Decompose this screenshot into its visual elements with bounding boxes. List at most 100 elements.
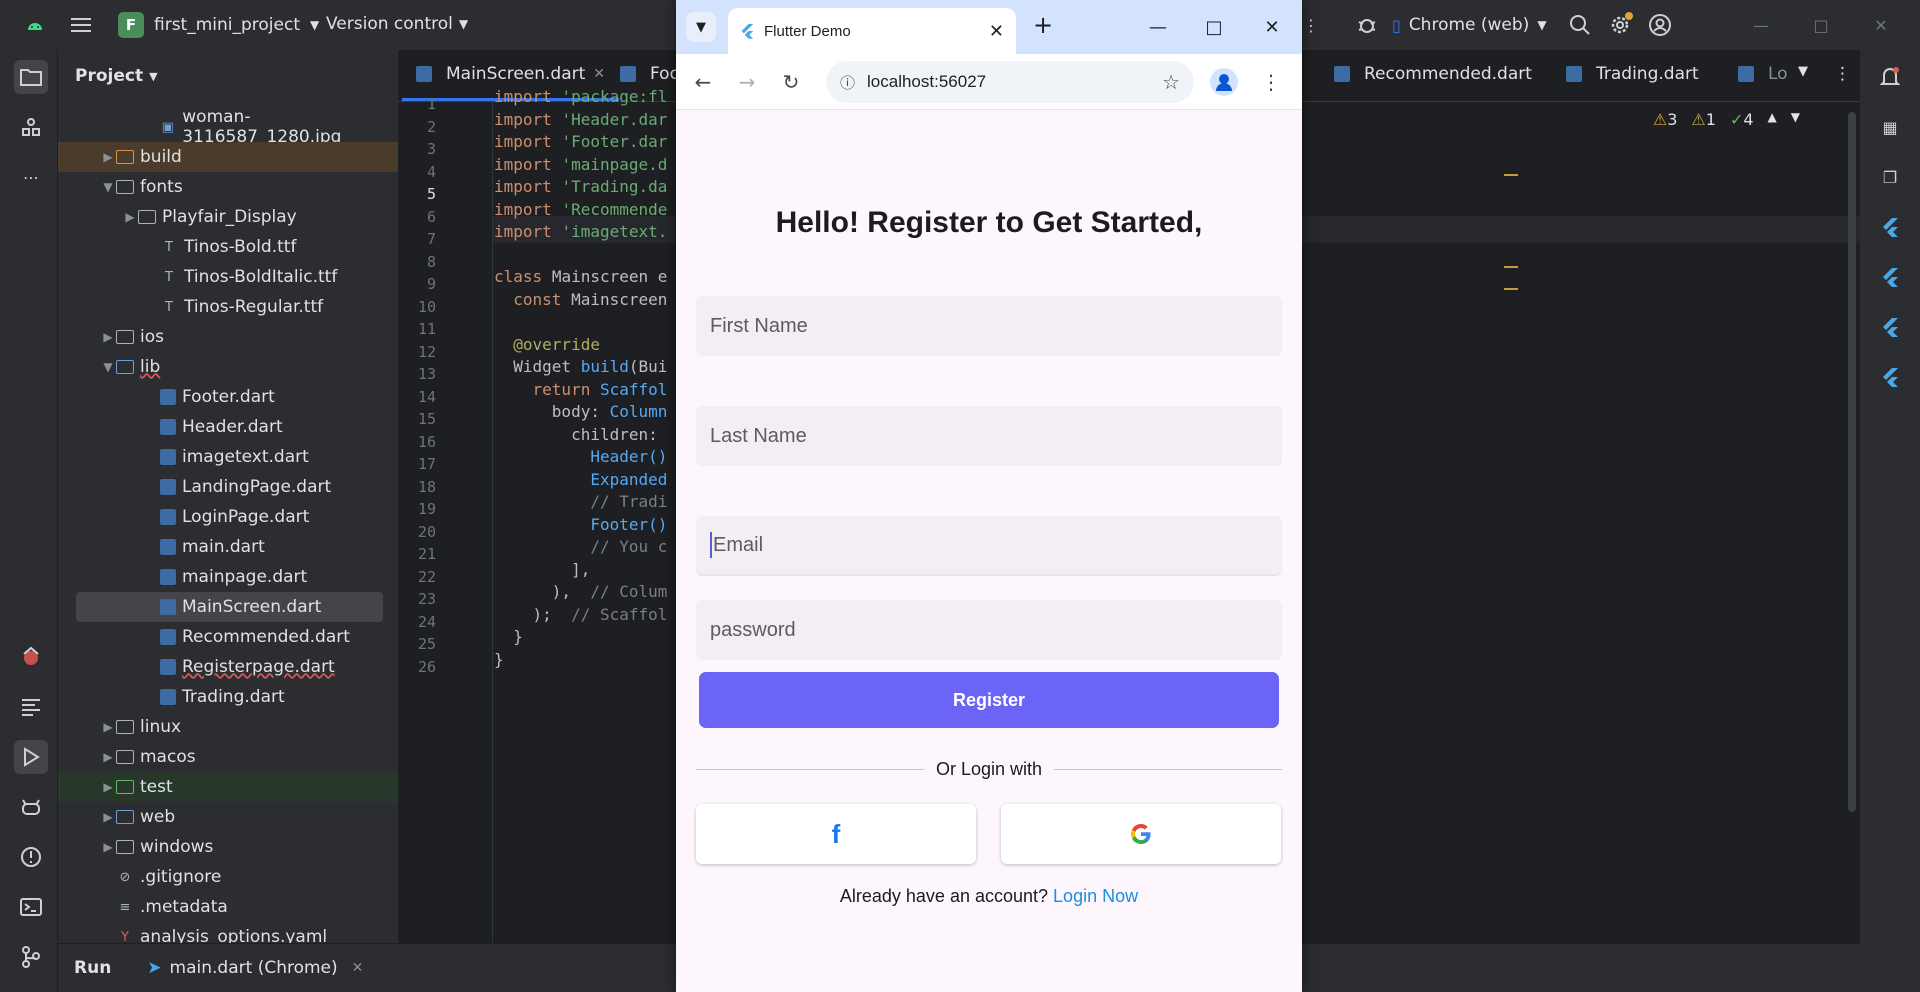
terminal-icon[interactable] <box>14 890 48 924</box>
tree-item[interactable]: MainScreen.dart <box>76 592 383 622</box>
chevron-down-icon[interactable]: ▼ <box>100 180 116 194</box>
main-menu-icon[interactable] <box>66 10 96 40</box>
tab-list-chevron-icon[interactable]: ▼ <box>1798 64 1808 79</box>
device-selector[interactable]: ▯ Chrome (web) ▼ <box>1392 15 1547 35</box>
tree-item[interactable]: T Tinos-Bold.ttf <box>58 232 398 262</box>
close-icon[interactable]: ✕ <box>352 960 364 976</box>
close-tab-icon[interactable]: ✕ <box>989 21 1004 42</box>
problems-icon[interactable] <box>14 840 48 874</box>
chevron-right-icon[interactable]: ▶ <box>100 810 116 824</box>
tree-item[interactable]: main.dart <box>58 532 398 562</box>
tab-mainscreen[interactable]: MainScreen.dart ✕ <box>401 64 620 101</box>
chevron-right-icon[interactable]: ▶ <box>100 330 116 344</box>
flutter-performance-icon[interactable] <box>1875 312 1905 342</box>
chevron-right-icon[interactable]: ▶ <box>100 150 116 164</box>
tree-item[interactable]: ≡ .metadata <box>58 892 398 922</box>
flutter-outline-icon[interactable] <box>14 690 48 724</box>
tree-item[interactable]: ▼ fonts <box>58 172 398 202</box>
close-icon[interactable]: ✕ <box>593 66 605 82</box>
close-window-icon[interactable]: ✕ <box>1252 12 1292 42</box>
tree-item[interactable]: ▣ woman-3116587_1280.jpg <box>58 107 398 147</box>
site-info-icon[interactable]: ⓘ <box>840 72 855 93</box>
tab-trading[interactable]: Trading.dart <box>1566 64 1699 84</box>
tree-item[interactable]: Registerpage.dart <box>58 652 398 682</box>
minimize-window-icon[interactable]: — <box>1746 10 1776 40</box>
tree-item[interactable]: ▶ web <box>58 802 398 832</box>
search-icon[interactable] <box>1565 10 1595 40</box>
device-manager-icon[interactable]: ▦ <box>1875 112 1905 142</box>
project-tool-icon[interactable] <box>14 60 48 94</box>
profile-avatar-icon[interactable] <box>1210 68 1238 96</box>
settings-icon[interactable] <box>1605 10 1635 40</box>
tab-recommended[interactable]: Recommended.dart <box>1334 64 1532 84</box>
tree-item[interactable]: ▶ Playfair_Display <box>58 202 398 232</box>
register-button[interactable]: Register <box>699 672 1279 728</box>
tree-item[interactable]: Footer.dart <box>58 382 398 412</box>
facebook-login-button[interactable]: f <box>696 804 976 864</box>
address-bar[interactable]: ⓘ localhost:56027 ☆ <box>826 61 1194 103</box>
password-field[interactable]: password <box>696 600 1282 660</box>
tree-item[interactable]: T Tinos-BoldItalic.ttf <box>58 262 398 292</box>
first-name-field[interactable]: First Name <box>696 296 1282 356</box>
debug-icon[interactable] <box>1352 10 1382 40</box>
inspection-widget[interactable]: ⚠3 ⚠1 ✓4 ▲ ▼ <box>1653 110 1800 129</box>
git-icon[interactable] <box>14 940 48 974</box>
tab-loginpage[interactable]: Lo <box>1738 64 1788 84</box>
tree-item[interactable]: ⊘ .gitignore <box>58 862 398 892</box>
back-icon[interactable]: ← <box>688 67 718 97</box>
tab-footer[interactable]: Foo <box>620 64 680 84</box>
chevron-right-icon[interactable]: ▶ <box>100 720 116 734</box>
version-control-menu[interactable]: Version control ▼ <box>326 14 468 34</box>
run-tool-icon[interactable] <box>14 740 48 774</box>
login-now-link[interactable]: Login Now <box>1053 886 1138 906</box>
device-mirroring-icon[interactable]: ❐ <box>1875 162 1905 192</box>
minimize-window-icon[interactable]: — <box>1138 12 1178 42</box>
last-name-field[interactable]: Last Name <box>696 406 1282 466</box>
chevron-down-icon[interactable]: ▼ <box>1791 110 1800 129</box>
tree-item[interactable]: Trading.dart <box>58 682 398 712</box>
notifications-icon[interactable] <box>1875 62 1905 92</box>
editor-scrollbar[interactable] <box>1848 112 1856 812</box>
close-window-icon[interactable]: ✕ <box>1866 10 1896 40</box>
project-panel-header[interactable]: Project ▼ <box>58 50 398 102</box>
maximize-window-icon[interactable]: □ <box>1194 12 1234 42</box>
tab-options-icon[interactable]: ⋮ <box>1834 64 1851 84</box>
tree-item[interactable]: Header.dart <box>58 412 398 442</box>
tree-item[interactable]: ▶ windows <box>58 832 398 862</box>
account-icon[interactable] <box>1645 10 1675 40</box>
tree-item[interactable]: ▼ lib <box>58 352 398 382</box>
chevron-right-icon[interactable]: ▶ <box>122 210 138 224</box>
tree-item[interactable]: ▶ ios <box>58 322 398 352</box>
flutter-devtools-icon[interactable] <box>1875 362 1905 392</box>
chevron-right-icon[interactable]: ▶ <box>100 840 116 854</box>
flutter-performance-icon[interactable] <box>14 640 48 674</box>
tree-item[interactable]: ▶ linux <box>58 712 398 742</box>
bookmark-star-icon[interactable]: ☆ <box>1162 70 1180 95</box>
chevron-down-icon[interactable]: ▼ <box>100 360 116 374</box>
more-tools-icon[interactable]: ⋯ <box>14 160 48 194</box>
logcat-icon[interactable] <box>14 790 48 824</box>
tree-item[interactable]: ▶ test <box>58 772 398 802</box>
tree-item[interactable]: LandingPage.dart <box>58 472 398 502</box>
tree-item[interactable]: LoginPage.dart <box>58 502 398 532</box>
forward-icon[interactable]: → <box>732 67 762 97</box>
chrome-menu-icon[interactable]: ⋮ <box>1256 67 1286 97</box>
run-tab-label[interactable]: Run <box>74 958 111 978</box>
tree-item[interactable]: ▶ build <box>58 142 398 172</box>
tree-item[interactable]: imagetext.dart <box>58 442 398 472</box>
project-switcher[interactable]: F first_mini_project ▼ <box>118 12 319 38</box>
chevron-right-icon[interactable]: ▶ <box>100 780 116 794</box>
chevron-right-icon[interactable]: ▶ <box>100 750 116 764</box>
tree-item[interactable]: mainpage.dart <box>58 562 398 592</box>
chevron-up-icon[interactable]: ▲ <box>1768 110 1777 129</box>
run-config-label[interactable]: main.dart (Chrome) <box>170 958 338 978</box>
android-icon[interactable] <box>20 10 50 40</box>
maximize-window-icon[interactable]: □ <box>1806 10 1836 40</box>
structure-tool-icon[interactable] <box>14 110 48 144</box>
tab-search-icon[interactable]: ▼ <box>686 12 716 42</box>
tree-item[interactable]: Recommended.dart <box>58 622 398 652</box>
browser-tab[interactable]: Flutter Demo ✕ <box>728 8 1016 54</box>
tree-item[interactable]: T Tinos-Regular.ttf <box>58 292 398 322</box>
flutter-outline-icon[interactable] <box>1875 262 1905 292</box>
reload-icon[interactable]: ↻ <box>776 67 806 97</box>
